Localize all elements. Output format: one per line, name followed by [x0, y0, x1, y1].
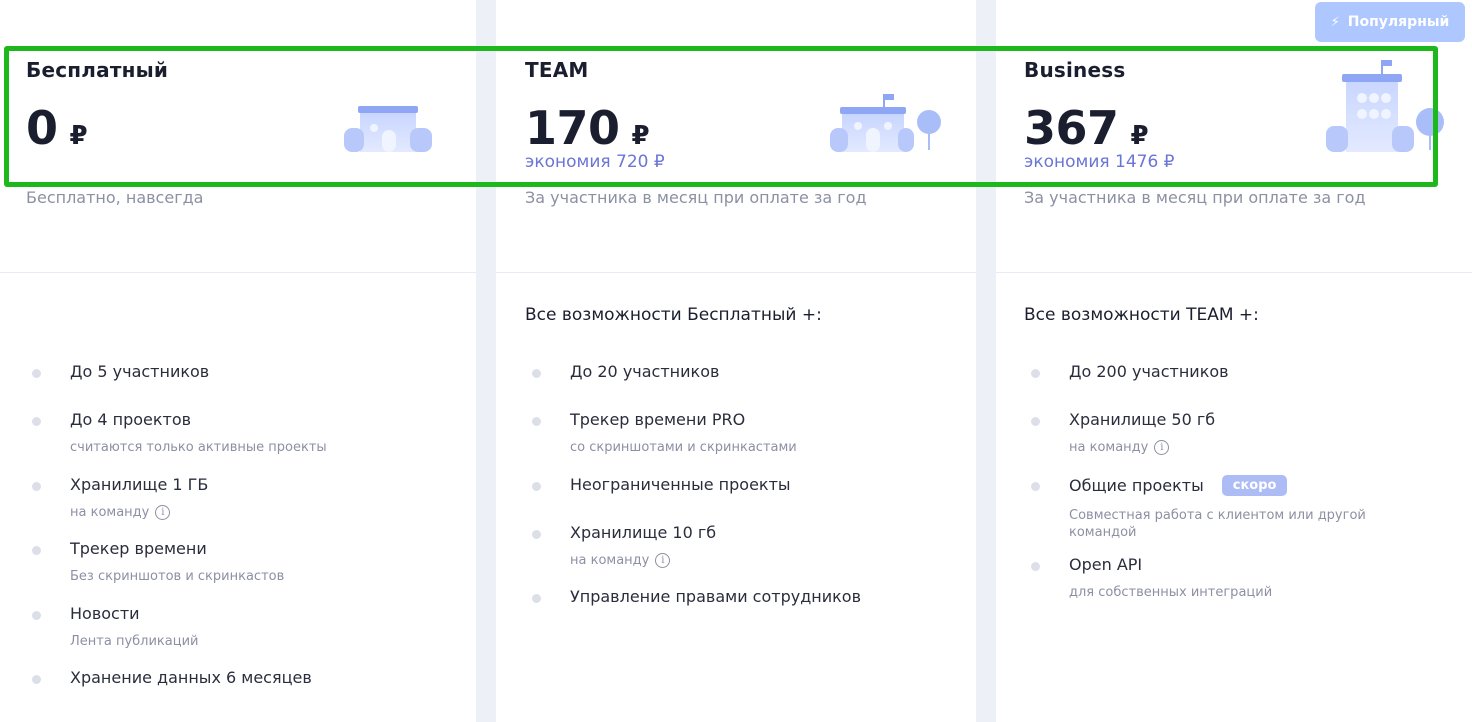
feature-subtitle: на команду i [70, 505, 171, 520]
feature-title: Новости [70, 604, 140, 623]
feature-subtitle-text: на команду [1069, 440, 1149, 455]
bullet-dot [32, 611, 41, 620]
plan-price: 170 ₽ [525, 101, 650, 155]
feature-title: Управление правами сотрудников [570, 587, 862, 606]
feature-subtitle: на команду i [570, 553, 671, 568]
bullet-dot [532, 482, 541, 491]
bullet-dot [1031, 417, 1040, 426]
plan-card-business: Business 367 ₽ экономия 1476 ₽ За участн… [996, 0, 1472, 722]
popular-badge: ⚡ Популярный [1315, 2, 1465, 42]
info-icon[interactable]: i [655, 553, 671, 568]
bullet-dot [532, 369, 541, 378]
feature-subtitle-text: на команду [570, 553, 650, 568]
plan-price: 0 ₽ [26, 101, 88, 155]
plan-name: Бесплатный [26, 58, 169, 82]
feature-title: Общие проекты скоро [1069, 475, 1288, 496]
feature-subtitle: считаются только активные проекты [70, 440, 327, 455]
plan-card-free: Бесплатный 0 ₽ Бесплатно, навсегда До 5 … [0, 0, 476, 722]
card-divider [0, 272, 476, 273]
card-divider [996, 272, 1472, 273]
info-icon[interactable]: i [1154, 440, 1170, 455]
feature-subtitle: Без скриншотов и скринкастов [70, 569, 285, 584]
bolt-icon: ⚡ [1330, 14, 1340, 30]
plan-card-team: TEAM 170 ₽ экономия 720 ₽ За участника в… [496, 0, 976, 722]
soon-badge: скоро [1221, 475, 1288, 496]
bullet-dot [1031, 369, 1040, 378]
plan-price: 367 ₽ [1024, 101, 1149, 155]
feature-title: До 200 участников [1069, 362, 1229, 381]
price-amount: 367 [1024, 101, 1119, 155]
savings-text: экономия 720 ₽ [525, 152, 665, 172]
feature-subtitle: Совместная работа с клиентом или другой … [1069, 508, 1366, 540]
price-currency: ₽ [69, 121, 88, 151]
savings-text: экономия 1476 ₽ [1024, 152, 1175, 172]
price-note: Бесплатно, навсегда [26, 188, 204, 207]
feature-title: Хранилище 1 ГБ [70, 475, 209, 494]
feature-title: Хранение данных 6 месяцев [70, 668, 312, 687]
bullet-dot [1031, 562, 1040, 571]
price-note: За участника в месяц при оплате за год [1024, 188, 1366, 207]
feature-title: Open API [1069, 555, 1143, 574]
price-amount: 170 [525, 101, 620, 155]
bullet-dot [532, 530, 541, 539]
price-amount: 0 [26, 101, 58, 155]
bullet-dot [32, 546, 41, 555]
small-house-illustration [344, 106, 432, 152]
bullet-dot [32, 369, 41, 378]
bullet-dot [32, 675, 41, 684]
price-note: За участника в месяц при оплате за год [525, 188, 867, 207]
all-features-heading: Все возможности TEAM +: [1024, 305, 1259, 325]
feature-subtitle: на команду i [1069, 440, 1170, 455]
bullet-dot [32, 417, 41, 426]
bullet-dot [532, 417, 541, 426]
feature-title: Трекер времени [70, 539, 207, 558]
plan-name: Business [1024, 58, 1126, 82]
all-features-heading: Все возможности Бесплатный +: [525, 305, 822, 325]
price-currency: ₽ [1130, 121, 1149, 151]
feature-subtitle: Лента публикаций [70, 634, 199, 649]
bullet-dot [1031, 482, 1040, 491]
feature-title: До 4 проектов [70, 410, 192, 429]
feature-title: До 5 участников [70, 362, 210, 381]
feature-subtitle: со скриншотами и скринкастами [570, 440, 797, 455]
card-divider [496, 272, 976, 273]
feature-title: Неограниченные проекты [570, 475, 791, 494]
popular-badge-label: Популярный [1347, 14, 1450, 30]
feature-title: До 20 участников [570, 362, 720, 381]
feature-title: Трекер времени PRO [570, 410, 746, 429]
building-tree-illustration [830, 94, 941, 152]
plan-name: TEAM [525, 58, 589, 82]
feature-title-text: Общие проекты [1069, 476, 1204, 495]
office-building-illustration [1326, 60, 1444, 152]
price-currency: ₽ [631, 121, 650, 151]
bullet-dot [532, 594, 541, 603]
feature-title: Хранилище 10 гб [570, 523, 717, 542]
feature-title: Хранилище 50 гб [1069, 410, 1216, 429]
feature-subtitle-text: на команду [70, 505, 150, 520]
feature-subtitle: для собственных интеграций [1069, 585, 1273, 600]
info-icon[interactable]: i [155, 505, 171, 520]
bullet-dot [32, 482, 41, 491]
